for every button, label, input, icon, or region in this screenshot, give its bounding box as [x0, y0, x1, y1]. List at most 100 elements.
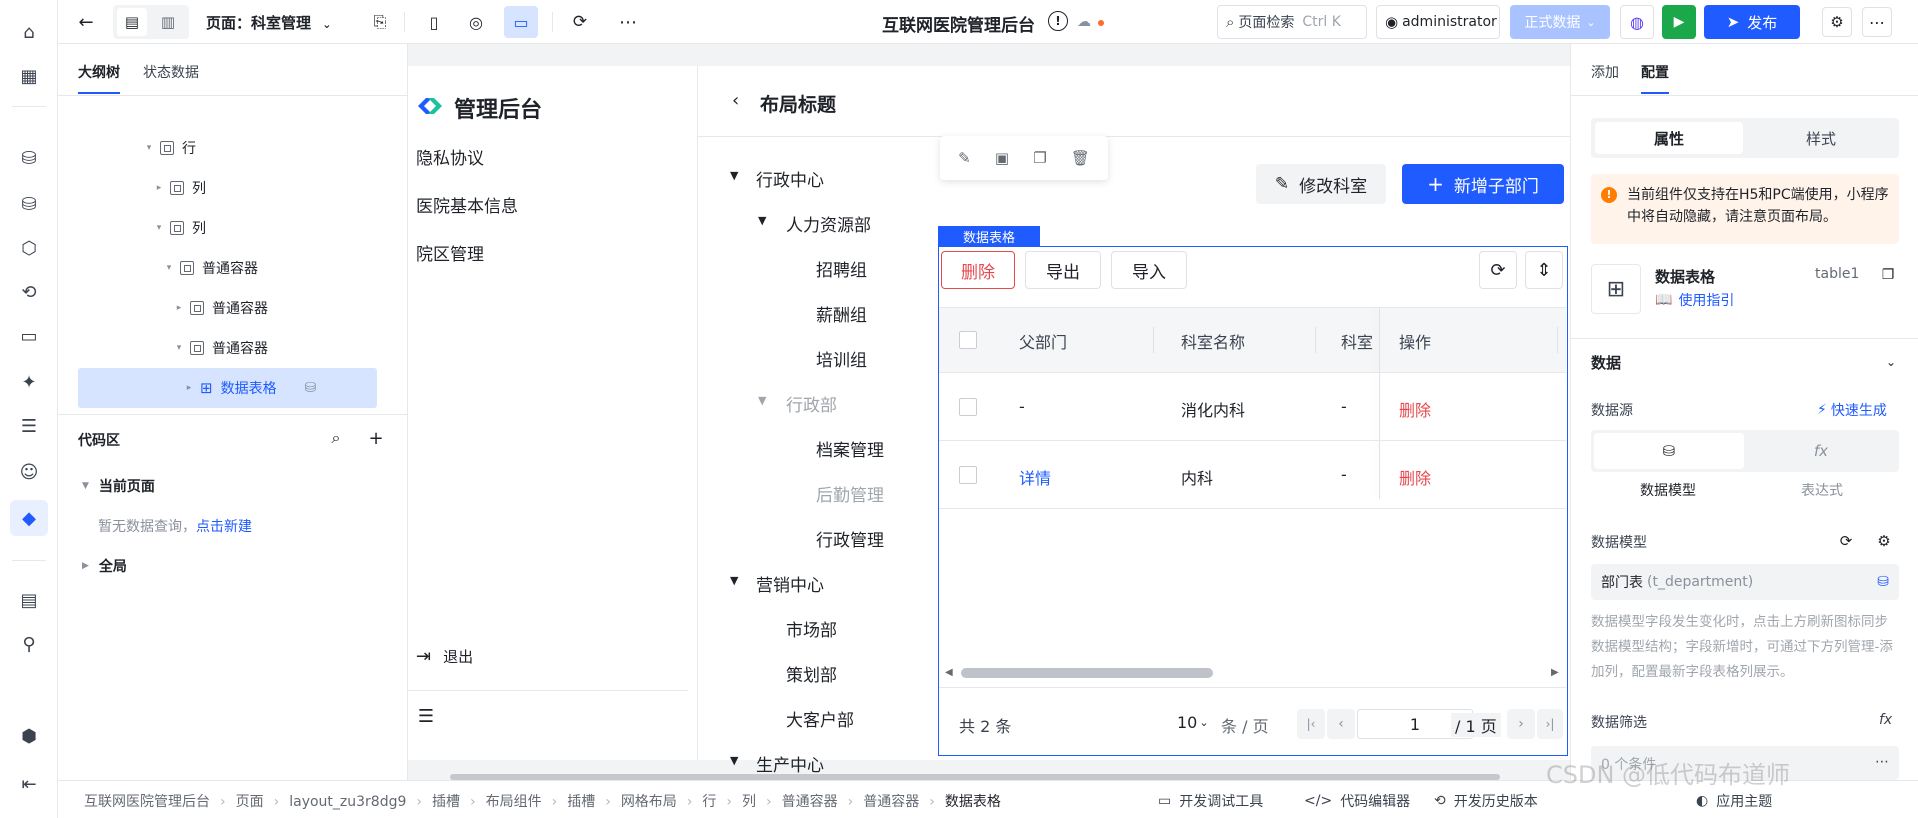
page-view-icon[interactable]: ▤ — [117, 8, 147, 36]
menu-item-privacy[interactable]: 隐私协议 — [416, 144, 484, 169]
scroll-left-arrow-icon[interactable]: ◀ — [945, 667, 953, 678]
tab-outline-tree[interactable]: 大纲树 — [78, 62, 120, 94]
department-tree-node[interactable]: 培训组 — [816, 346, 867, 371]
department-tree-node[interactable]: 策划部 — [786, 661, 837, 686]
row-delete-link[interactable]: 删除 — [1399, 465, 1431, 489]
database-settings-icon[interactable]: ⛁ — [15, 190, 43, 218]
usage-guide-link[interactable]: 📖 使用指引 — [1655, 290, 1734, 310]
export-button[interactable]: 导出 — [1025, 251, 1101, 289]
scroll-right-arrow-icon[interactable]: ▶ — [1551, 667, 1559, 678]
data-table[interactable]: 删除 导出 导入 ⟳ ⇕ 父部门 科室名称 科室 操作 - 消化内科 - 删除 — [938, 246, 1568, 756]
weda-logo-icon[interactable]: ◆ — [15, 504, 43, 532]
department-tree-node[interactable]: 行政中心 — [756, 166, 824, 191]
preview-play-icon[interactable]: ▶ — [1662, 5, 1696, 39]
department-tree-node[interactable]: 后勤管理 — [816, 481, 884, 506]
database-icon[interactable]: ⛁ — [15, 144, 43, 172]
quick-generate-link[interactable]: ⚡ 快速生成 — [1817, 400, 1887, 420]
database-option-icon[interactable]: ⛁ — [1594, 433, 1744, 469]
user-button[interactable]: ◉ administrator — [1376, 5, 1500, 39]
import-button[interactable]: 导入 — [1111, 251, 1187, 289]
outline-node[interactable]: ▾ 普通容器 — [162, 256, 258, 280]
folder-icon[interactable]: ▭ — [15, 322, 43, 350]
department-tree-node[interactable]: 档案管理 — [816, 436, 884, 461]
page-search-input[interactable]: ⌕ 页面检索 Ctrl K — [1217, 5, 1367, 39]
caret-right-icon[interactable]: ▸ — [172, 303, 186, 313]
env-selector[interactable]: 正式数据 ⌄ — [1510, 5, 1610, 39]
refresh-icon[interactable]: ⟳ — [566, 8, 594, 36]
tab-properties[interactable]: 属性 — [1595, 122, 1743, 154]
department-tree-node[interactable]: 薪酬组 — [816, 301, 867, 326]
refresh-table-icon[interactable]: ⟳ — [1479, 251, 1517, 289]
mobile-icon[interactable]: ▯ — [420, 8, 448, 36]
ai-assistant-icon[interactable]: ◍ — [1620, 5, 1654, 39]
breadcrumb-item[interactable]: 页面 — [236, 794, 264, 810]
back-chevron-icon[interactable]: ‹ — [732, 90, 739, 111]
department-tree-node[interactable]: 大客户部 — [786, 706, 854, 731]
add-sub-department-button[interactable]: + 新增子部门 — [1402, 164, 1564, 204]
breadcrumb-item[interactable]: 普通容器 — [782, 794, 838, 810]
workflow-icon[interactable]: ⟲ — [15, 278, 43, 306]
app-theme-tool[interactable]: ◐ 应用主题 — [1696, 791, 1772, 811]
home-icon[interactable]: ⌂ — [15, 18, 43, 46]
current-page-node[interactable]: ▼ 当前页面 — [82, 476, 155, 496]
expression-fx-icon[interactable]: fx — [1746, 433, 1896, 469]
breadcrumb-item[interactable]: 布局组件 — [486, 794, 542, 810]
breadcrumb-item[interactable]: 互联网医院管理后台 — [84, 794, 210, 810]
breadcrumb-item[interactable]: 插槽 — [567, 794, 595, 810]
model-settings-icon[interactable]: ⚙ — [1875, 532, 1893, 550]
search-icon[interactable]: ⌕ — [326, 428, 346, 448]
outline-node[interactable]: ▾ 行 — [142, 136, 196, 160]
caret-down-icon[interactable]: ▾ — [162, 263, 176, 273]
prev-page-icon[interactable]: ‹ — [1327, 709, 1355, 739]
row-height-icon[interactable]: ⇕ — [1525, 251, 1563, 289]
outline-node[interactable]: ▾ 列 — [152, 216, 206, 240]
filter-fx-icon[interactable]: fx — [1879, 712, 1892, 728]
department-tree-node[interactable]: 行政部 — [786, 391, 837, 416]
tab-state-data[interactable]: 状态数据 — [143, 62, 199, 82]
department-tree-node[interactable]: 营销中心 — [756, 571, 824, 596]
new-page-icon[interactable]: ⎘ — [368, 10, 392, 34]
breadcrumb-item[interactable]: 列 — [742, 794, 756, 810]
select-all-checkbox[interactable] — [959, 331, 977, 349]
option-expression-label[interactable]: 表达式 — [1745, 480, 1899, 500]
option-data-model-label[interactable]: 数据模型 — [1591, 480, 1745, 500]
first-page-icon[interactable]: |‹ — [1297, 709, 1325, 739]
more-icon[interactable]: ⋯ — [614, 8, 642, 36]
report-icon[interactable]: ▤ — [15, 586, 43, 614]
caret-down-icon[interactable]: ▾ — [152, 223, 166, 233]
next-page-icon[interactable]: › — [1507, 709, 1535, 739]
breadcrumb-item[interactable]: 普通容器 — [863, 794, 919, 810]
page-selector[interactable]: 页面：科室管理 ⌄ — [206, 12, 331, 33]
outline-node[interactable]: ▸ 列 — [152, 176, 206, 200]
menu-item-hospital-info[interactable]: 医院基本信息 — [416, 192, 518, 217]
collapse-icon[interactable]: ⇤ — [15, 770, 43, 798]
apps-icon[interactable]: ▦ — [15, 62, 43, 90]
outline-node[interactable]: ▾ 普通容器 — [172, 336, 268, 360]
save-icon[interactable]: ▣ — [995, 149, 1009, 167]
breadcrumb-item[interactable]: 行 — [702, 794, 716, 810]
page-size-select[interactable]: 10 ⌄ — [1177, 713, 1209, 732]
menu-hamburger-icon[interactable]: ☰ — [416, 706, 436, 727]
code-editor-tool[interactable]: </> 代码编辑器 — [1304, 791, 1410, 811]
tree-expand-caret-icon[interactable]: ▼ — [730, 754, 738, 767]
tab-add[interactable]: 添加 — [1591, 62, 1619, 82]
chevron-down-icon[interactable]: ⌄ — [1883, 354, 1899, 370]
settings-icon[interactable]: ⚙ — [1822, 7, 1852, 37]
logout-button[interactable]: ⇥ 退出 — [416, 646, 473, 667]
back-arrow-icon[interactable]: ← — [74, 10, 98, 34]
tree-expand-caret-icon[interactable]: ▼ — [730, 574, 738, 587]
cell-parent-detail-link[interactable]: 详情 — [1019, 465, 1051, 489]
publish-button[interactable]: ➤ 发布 — [1704, 5, 1800, 39]
user-icon[interactable]: ☺ — [15, 458, 43, 486]
tree-expand-caret-icon[interactable]: ▼ — [758, 214, 766, 227]
copy-icon[interactable]: ❐ — [1033, 149, 1046, 167]
caret-down-icon[interactable]: ▾ — [142, 143, 156, 153]
ai-sparkle-icon[interactable]: ✦ — [15, 368, 43, 396]
history-version-tool[interactable]: ⟲ 开发历史版本 — [1434, 791, 1538, 811]
global-node[interactable]: ▶ 全局 — [82, 556, 127, 576]
edit-pencil-icon[interactable]: ✎ — [958, 149, 971, 167]
settings-cube-icon[interactable]: ⬢ — [15, 722, 43, 750]
breadcrumb-item[interactable]: layout_zu3r8dg9 — [289, 794, 406, 810]
api-icon[interactable]: ⬡ — [15, 234, 43, 262]
delete-trash-icon[interactable]: 🗑 — [1071, 149, 1090, 167]
